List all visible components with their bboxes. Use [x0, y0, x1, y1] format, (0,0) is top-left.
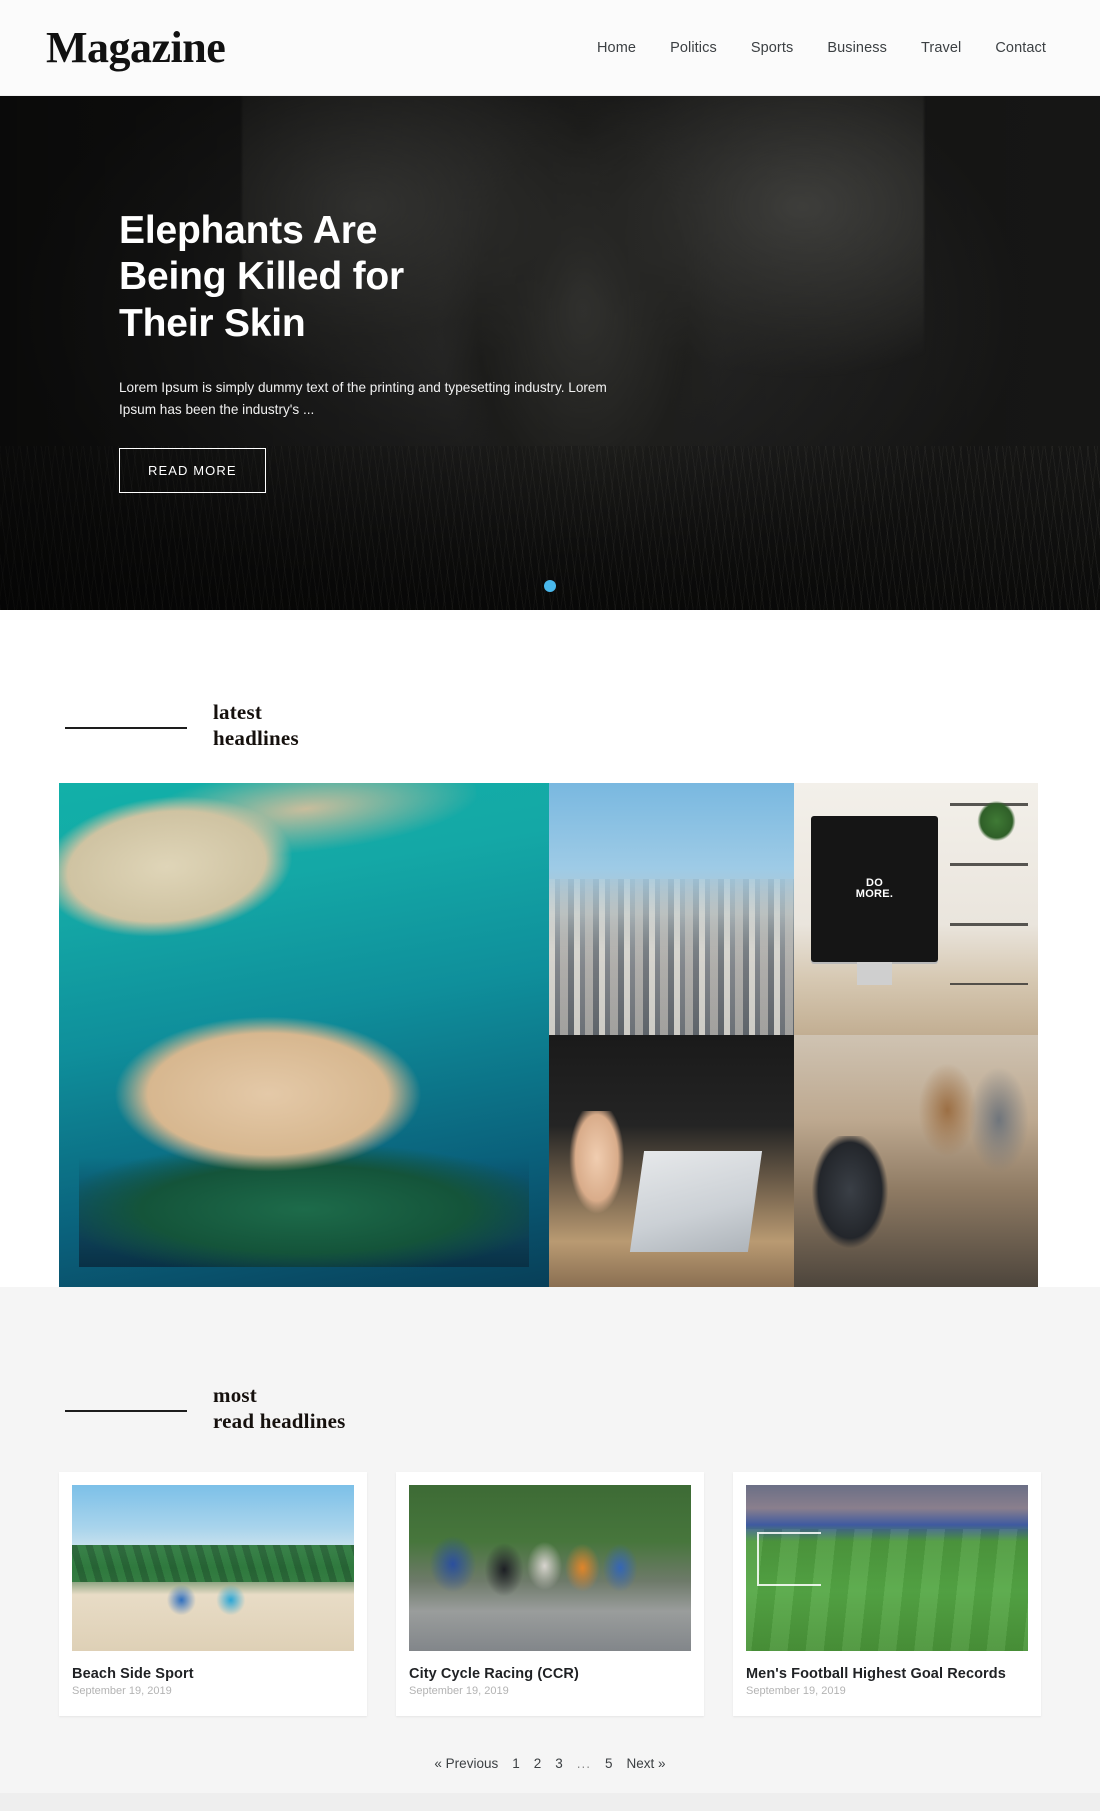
most-read-headlines-heading: most read headlines — [0, 1383, 1100, 1434]
card-title: City Cycle Racing (CCR) — [409, 1666, 579, 1683]
card-thumbnail — [72, 1485, 354, 1652]
card-thumbnail — [409, 1485, 691, 1652]
nav-item-travel[interactable]: Travel — [921, 40, 961, 56]
pagination-page-3[interactable]: 3 — [555, 1756, 563, 1771]
heading-text: most read headlines — [213, 1383, 346, 1434]
pagination-page-2[interactable]: 2 — [534, 1756, 542, 1771]
card-date: September 19, 2019 — [746, 1685, 846, 1698]
latest-tile-aerial-resort-island[interactable] — [59, 783, 549, 1288]
meeting-hands-laptop-image — [549, 1035, 794, 1288]
plant-icon — [969, 793, 1024, 849]
city-skyline-harbor-image — [549, 783, 794, 1036]
card-thumbnail — [746, 1485, 1028, 1652]
desk-imac-do-more-image: DO MORE. — [794, 783, 1038, 1036]
read-more-button[interactable]: READ MORE — [119, 448, 266, 494]
card-date: September 19, 2019 — [72, 1685, 172, 1698]
pagination: « Previous 1 2 3 ... 5 Next » — [0, 1716, 1100, 1794]
site-logo[interactable]: Magazine — [46, 25, 226, 70]
card-title: Beach Side Sport — [72, 1666, 194, 1683]
hero-headline: Elephants Are Being Killed for Their Ski… — [119, 209, 404, 345]
article-card-city-cycle-racing[interactable]: City Cycle Racing (CCR) September 19, 20… — [396, 1472, 704, 1717]
card-title: Men's Football Highest Goal Records — [746, 1666, 1006, 1683]
aerial-resort-island-image — [59, 783, 549, 1288]
monitor-screen-line-2: MORE. — [855, 888, 894, 901]
heading-line-2: read headlines — [213, 1408, 346, 1433]
latest-tile-meeting-hands-laptop[interactable] — [549, 1035, 794, 1288]
monitor-screen-line-1: DO — [865, 876, 884, 889]
footer-strip — [0, 1793, 1100, 1811]
imac-stand — [857, 962, 892, 985]
latest-headlines-section: latest headlines DO MORE. — [0, 610, 1100, 1288]
heading-line-1: latest — [213, 700, 263, 724]
coworking-team-laptops-image — [794, 1035, 1038, 1288]
imac-monitor: DO MORE. — [811, 815, 938, 963]
nav-item-politics[interactable]: Politics — [670, 40, 717, 56]
football-match-image — [746, 1485, 1028, 1652]
cycle-racing-image — [409, 1485, 691, 1652]
pagination-ellipsis: ... — [576, 1756, 592, 1772]
most-read-headlines-section: most read headlines Beach Side Sport Sep… — [0, 1287, 1100, 1794]
pagination-page-5[interactable]: 5 — [605, 1756, 613, 1771]
article-card-beach-side-sport[interactable]: Beach Side Sport September 19, 2019 — [59, 1472, 367, 1717]
carousel-indicators — [0, 580, 1100, 592]
nav-item-contact[interactable]: Contact — [995, 40, 1046, 56]
carousel-dot-1[interactable] — [544, 580, 556, 592]
most-read-card-list: Beach Side Sport September 19, 2019 City… — [59, 1472, 1041, 1717]
hero-carousel: Elephants Are Being Killed for Their Ski… — [0, 96, 1100, 610]
nav-item-home[interactable]: Home — [597, 40, 636, 56]
site-header: Magazine Home Politics Sports Business T… — [0, 0, 1100, 96]
latest-headlines-grid: DO MORE. — [59, 783, 1041, 1288]
latest-tile-city-skyline-harbor[interactable] — [549, 783, 794, 1036]
pagination-previous[interactable]: « Previous — [434, 1756, 498, 1771]
beach-sport-image — [72, 1485, 354, 1652]
nav-item-business[interactable]: Business — [827, 40, 887, 56]
card-date: September 19, 2019 — [409, 1685, 509, 1698]
latest-tile-desk-imac-do-more[interactable]: DO MORE. — [794, 783, 1038, 1036]
heading-text: latest headlines — [213, 700, 299, 751]
hero-content: Elephants Are Being Killed for Their Ski… — [0, 96, 660, 494]
article-card-mens-football-goal-records[interactable]: Men's Football Highest Goal Records Sept… — [733, 1472, 1041, 1717]
heading-line-2: headlines — [213, 725, 299, 750]
heading-line-1: most — [213, 1383, 257, 1408]
latest-headlines-heading: latest headlines — [0, 700, 1100, 751]
heading-rule — [65, 1409, 187, 1412]
hero-subtitle: Lorem Ipsum is simply dummy text of the … — [119, 380, 607, 417]
pagination-page-1[interactable]: 1 — [512, 1756, 520, 1771]
pagination-next[interactable]: Next » — [627, 1756, 666, 1771]
main-navigation: Home Politics Sports Business Travel Con… — [597, 40, 1054, 56]
nav-item-sports[interactable]: Sports — [751, 40, 794, 56]
latest-tile-coworking-team-laptops[interactable] — [794, 1035, 1038, 1288]
heading-rule — [65, 726, 187, 729]
